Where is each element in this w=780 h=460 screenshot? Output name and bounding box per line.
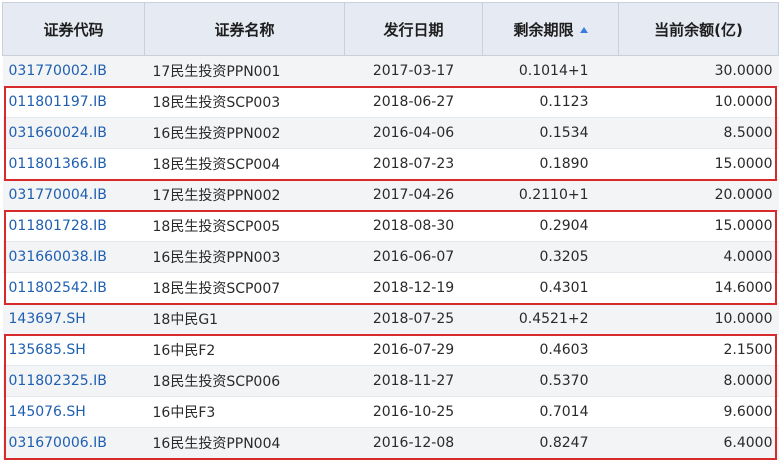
- issue-date-cell: 2018-11-27: [344, 365, 483, 397]
- security-name-cell: 17民生投资PPN002: [144, 179, 345, 211]
- balance-cell: 2.1500: [618, 334, 779, 366]
- security-name-cell: 16中民F3: [144, 396, 345, 428]
- security-name-cell: 18民生投资SCP003: [144, 86, 345, 118]
- remaining-term-cell: 0.8247: [482, 427, 619, 459]
- remaining-term-cell: 0.4521+2: [482, 303, 619, 335]
- table-row[interactable]: 031670006.IB 16民生投资PPN004 2016-12-08 0.8247…: [2, 427, 779, 459]
- issue-date-cell: 2017-04-26: [344, 179, 483, 211]
- remaining-term-cell: 0.2904: [482, 210, 619, 242]
- balance-cell: 4.0000: [618, 241, 779, 273]
- issue-date-cell: 2016-06-07: [344, 241, 483, 273]
- security-code-link[interactable]: 135685.SH: [2, 334, 145, 366]
- table-row[interactable]: 031770004.IB 17民生投资PPN002 2017-04-26 0.2110…: [2, 179, 779, 211]
- balance-cell: 30.0000: [618, 55, 779, 87]
- security-code-link[interactable]: 145076.SH: [2, 396, 145, 428]
- table-row[interactable]: 031770002.IB 17民生投资PPN001 2017-03-17 0.1014…: [2, 55, 779, 87]
- column-header-name[interactable]: 证券名称: [144, 2, 345, 56]
- security-code-link[interactable]: 011801197.IB: [2, 86, 145, 118]
- remaining-term-cell: 0.4301: [482, 272, 619, 304]
- table-header-row: 证券代码 证券名称 发行日期 剩余期限 当前余额(亿): [2, 2, 779, 56]
- remaining-term-cell: 0.7014: [482, 396, 619, 428]
- balance-cell: 10.0000: [618, 86, 779, 118]
- balance-cell: 10.0000: [618, 303, 779, 335]
- security-name-cell: 17民生投资PPN001: [144, 55, 345, 87]
- security-name-cell: 16中民F2: [144, 334, 345, 366]
- issue-date-cell: 2018-08-30: [344, 210, 483, 242]
- security-name-cell: 18民生投资SCP005: [144, 210, 345, 242]
- column-header-code[interactable]: 证券代码: [2, 2, 145, 56]
- column-header-label: 剩余期限: [513, 20, 574, 39]
- security-name-cell: 18民生投资SCP006: [144, 365, 345, 397]
- table-row[interactable]: 031660024.IB 16民生投资PPN002 2016-04-06 0.1534…: [2, 117, 779, 149]
- issue-date-cell: 2016-07-29: [344, 334, 483, 366]
- remaining-term-cell: 0.1890: [482, 148, 619, 180]
- column-header-label: 证券名称: [214, 20, 275, 39]
- security-code-link[interactable]: 011802542.IB: [2, 272, 145, 304]
- table-row[interactable]: 011802325.IB 18民生投资SCP006 2018-11-27 0.5370…: [2, 365, 779, 397]
- balance-cell: 15.0000: [618, 210, 779, 242]
- column-header-balance[interactable]: 当前余额(亿): [618, 2, 779, 56]
- security-name-cell: 18民生投资SCP007: [144, 272, 345, 304]
- issue-date-cell: 2018-12-19: [344, 272, 483, 304]
- security-code-link[interactable]: 031660024.IB: [2, 117, 145, 149]
- table-row[interactable]: 145076.SH 16中民F3 2016-10-25 0.7014 9.6000: [2, 396, 779, 428]
- column-header-remaining[interactable]: 剩余期限: [482, 2, 619, 56]
- column-header-label: 发行日期: [383, 20, 444, 39]
- remaining-term-cell: 0.1014+1: [482, 55, 619, 87]
- column-header-date[interactable]: 发行日期: [344, 2, 483, 56]
- table-body: 031770002.IB 17民生投资PPN001 2017-03-17 0.1014…: [2, 55, 779, 459]
- issue-date-cell: 2016-04-06: [344, 117, 483, 149]
- issue-date-cell: 2016-10-25: [344, 396, 483, 428]
- remaining-term-cell: 0.1534: [482, 117, 619, 149]
- balance-cell: 20.0000: [618, 179, 779, 211]
- securities-table: 证券代码 证券名称 发行日期 剩余期限 当前余额(亿) 031770002.IB…: [2, 2, 779, 459]
- security-code-link[interactable]: 143697.SH: [2, 303, 145, 335]
- security-name-cell: 18中民G1: [144, 303, 345, 335]
- sort-asc-icon[interactable]: [579, 27, 588, 33]
- table-row[interactable]: 011801197.IB 18民生投资SCP003 2018-06-27 0.1123…: [2, 86, 779, 118]
- balance-cell: 9.6000: [618, 396, 779, 428]
- security-code-link[interactable]: 031660038.IB: [2, 241, 145, 273]
- issue-date-cell: 2018-07-23: [344, 148, 483, 180]
- table-row[interactable]: 031660038.IB 16民生投资PPN003 2016-06-07 0.3205…: [2, 241, 779, 273]
- balance-cell: 14.6000: [618, 272, 779, 304]
- security-code-link[interactable]: 031670006.IB: [2, 427, 145, 459]
- balance-cell: 6.4000: [618, 427, 779, 459]
- remaining-term-cell: 0.1123: [482, 86, 619, 118]
- table-row[interactable]: 143697.SH 18中民G1 2018-07-25 0.4521+2 10.0000: [2, 303, 779, 335]
- security-name-cell: 16民生投资PPN004: [144, 427, 345, 459]
- remaining-term-cell: 0.2110+1: [482, 179, 619, 211]
- security-code-link[interactable]: 031770002.IB: [2, 55, 145, 87]
- balance-cell: 8.0000: [618, 365, 779, 397]
- remaining-term-cell: 0.4603: [482, 334, 619, 366]
- column-header-label: 证券代码: [43, 20, 104, 39]
- security-code-link[interactable]: 011801728.IB: [2, 210, 145, 242]
- column-header-label: 当前余额(亿): [654, 20, 743, 39]
- security-name-cell: 16民生投资PPN002: [144, 117, 345, 149]
- issue-date-cell: 2018-07-25: [344, 303, 483, 335]
- table-row[interactable]: 011801728.IB 18民生投资SCP005 2018-08-30 0.2904…: [2, 210, 779, 242]
- security-code-link[interactable]: 011801366.IB: [2, 148, 145, 180]
- security-name-cell: 16民生投资PPN003: [144, 241, 345, 273]
- balance-cell: 8.5000: [618, 117, 779, 149]
- security-code-link[interactable]: 031770004.IB: [2, 179, 145, 211]
- table-row[interactable]: 011802542.IB 18民生投资SCP007 2018-12-19 0.4301…: [2, 272, 779, 304]
- security-name-cell: 18民生投资SCP004: [144, 148, 345, 180]
- remaining-term-cell: 0.5370: [482, 365, 619, 397]
- table-row[interactable]: 135685.SH 16中民F2 2016-07-29 0.4603 2.1500: [2, 334, 779, 366]
- table-row[interactable]: 011801366.IB 18民生投资SCP004 2018-07-23 0.1890…: [2, 148, 779, 180]
- issue-date-cell: 2018-06-27: [344, 86, 483, 118]
- issue-date-cell: 2017-03-17: [344, 55, 483, 87]
- issue-date-cell: 2016-12-08: [344, 427, 483, 459]
- balance-cell: 15.0000: [618, 148, 779, 180]
- remaining-term-cell: 0.3205: [482, 241, 619, 273]
- security-code-link[interactable]: 011802325.IB: [2, 365, 145, 397]
